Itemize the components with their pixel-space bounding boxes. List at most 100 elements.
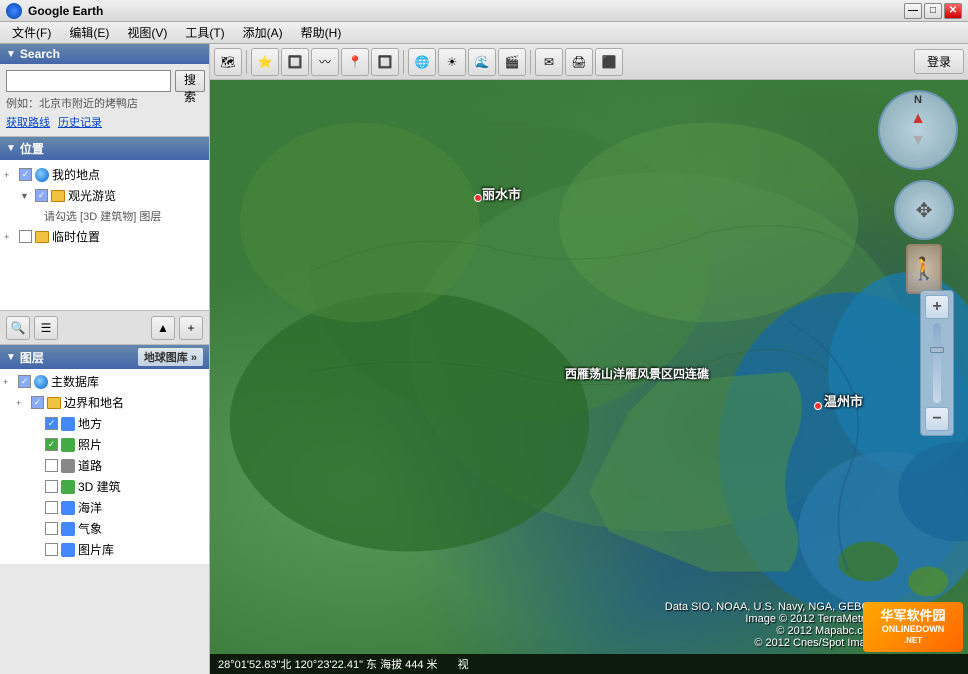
search-small-btn[interactable]: 🔍 [6,316,30,340]
layer-maindb[interactable]: + ✓ 主数据库 [2,371,207,392]
search-section: ▼ Search 搜索 例如：北京市附近的烤鸭店 获取路线 历史记录 [0,44,209,136]
tb-email-btn[interactable]: ✉ [535,48,563,76]
toolbar-map-area: 🗺 ⭐ 🔲 〰 📍 🔲 🌐 ☀ 🌊 🎬 ✉ 🖨 ⬛ 登录 [210,44,968,674]
tb-globe-btn[interactable]: 🌐 [408,48,436,76]
check-3d[interactable] [45,480,58,493]
minimize-button[interactable]: — [904,3,922,19]
gallery-button[interactable]: 地球图库 » [138,348,203,366]
watermark-bot: .NET [904,636,922,646]
history-link[interactable]: 历史记录 [58,114,102,130]
layer-places[interactable]: ✓ 地方 [2,413,207,434]
list-btn[interactable]: ☰ [34,316,58,340]
tb-more-btn[interactable]: ⬛ [595,48,623,76]
tree-item-temp[interactable]: + 临时位置 [4,226,205,247]
map-area[interactable]: 丽水市 西雁荡山洋雁风景区四连礁 温州市 N ✥ 🚶 + [210,80,968,674]
search-button[interactable]: 搜索 [175,70,205,92]
expand-maindb-icon: + [3,377,15,387]
tree-item-tourism[interactable]: ▼ ✓ 观光游览 [4,185,205,206]
global-icon [61,564,75,565]
check-tourism[interactable]: ✓ [35,189,48,202]
search-header[interactable]: ▼ Search [0,44,209,64]
menu-help[interactable]: 帮助(H) [293,22,350,43]
add-btn[interactable]: + [179,316,203,340]
tb-star-btn[interactable]: ⭐ [251,48,279,76]
lishui-dot [474,194,482,202]
check-places[interactable]: ✓ [45,417,58,430]
places-label: 地方 [78,415,102,432]
check-gallery[interactable] [45,543,58,556]
move-up-btn[interactable]: ▲ [151,316,175,340]
menu-tools[interactable]: 工具(T) [177,22,232,43]
myplaces-label: 我的地点 [52,166,100,183]
close-button[interactable]: ✕ [944,3,962,19]
tb-print-btn[interactable]: 🖨 [565,48,593,76]
bottom-controls: 🔍 ☰ ▲ + [0,310,209,344]
menu-file[interactable]: 文件(F) [4,22,59,43]
get-directions-link[interactable]: 获取路线 [6,114,50,130]
zoom-controls: + − [920,290,954,436]
menubar: 文件(F) 编辑(E) 视图(V) 工具(T) 添加(A) 帮助(H) [0,22,968,44]
tb-placemark-btn[interactable]: 📍 [341,48,369,76]
window-controls: — □ ✕ [904,3,962,19]
compass-ring[interactable]: N [878,90,958,170]
tb-polygon-btn[interactable]: 🔲 [281,48,309,76]
layer-roads[interactable]: 道路 [2,455,207,476]
login-button[interactable]: 登录 [914,49,964,74]
tree-item-myplaces[interactable]: + ✓ 我的地点 [4,164,205,185]
tourism-label: 观光游览 [68,187,116,204]
tb-map-btn[interactable]: 🗺 [214,48,242,76]
extra-text: 视 [458,656,469,672]
check-roads[interactable] [45,459,58,472]
layers-header: ▼ 图层 地球图库 » [0,345,209,369]
weather-icon [61,522,75,536]
check-weather[interactable] [45,522,58,535]
check-myplaces[interactable]: ✓ [19,168,32,181]
maximize-button[interactable]: □ [924,3,942,19]
global-label: 全球意识 [78,562,126,564]
layer-photos[interactable]: ✓ 照片 [2,434,207,455]
maindb-label: 主数据库 [51,373,99,390]
zoom-handle[interactable] [930,347,944,353]
tb-record-btn[interactable]: 🎬 [498,48,526,76]
map-background [210,80,968,654]
roads-icon [61,459,75,473]
tb-ocean-btn[interactable]: 🌊 [468,48,496,76]
layer-3d[interactable]: 3D 建筑 [2,476,207,497]
layer-weather[interactable]: 气象 [2,518,207,539]
pan-arrows-icon: ✥ [916,198,933,223]
street-view-person[interactable]: 🚶 [906,244,942,294]
layer-borders[interactable]: + ✓ 边界和地名 [2,392,207,413]
nav-controls: ✥ 🚶 [894,180,954,294]
layer-global[interactable]: 全球意识 [2,560,207,564]
layer-gallery[interactable]: 图片库 [2,539,207,560]
position-header[interactable]: ▼ 位置 [0,137,209,160]
check-temp[interactable] [19,230,32,243]
zoom-in-button[interactable]: + [925,295,949,319]
position-triangle-icon: ▼ [6,143,16,154]
layers-header-label: 图层 [20,349,44,366]
check-photos[interactable]: ✓ [45,438,58,451]
expander-temp-icon: + [4,232,16,242]
expander-tourism-icon: ▼ [20,191,32,201]
search-input[interactable] [6,70,171,92]
tb-path-btn[interactable]: 〰 [311,48,339,76]
search-box: 搜索 例如：北京市附近的烤鸭店 获取路线 历史记录 [0,64,209,136]
layer-ocean[interactable]: 海洋 [2,497,207,518]
zoom-slider[interactable] [933,323,941,403]
check-maindb[interactable]: ✓ [18,375,31,388]
tb-overlay-btn[interactable]: 🔲 [371,48,399,76]
menu-add[interactable]: 添加(A) [235,22,291,43]
check-ocean[interactable] [45,501,58,514]
tb-sun-btn[interactable]: ☀ [438,48,466,76]
pan-control[interactable]: ✥ [894,180,954,240]
zoom-out-button[interactable]: − [925,407,949,431]
compass[interactable]: N [878,90,958,170]
temp-label: 临时位置 [52,228,100,245]
check-borders[interactable]: ✓ [31,396,44,409]
tb-sep2 [403,50,404,74]
menu-view[interactable]: 视图(V) [119,22,175,43]
position-tree: + ✓ 我的地点 ▼ ✓ 观光游览 请勾选 [3D 建筑物] 图层 [0,160,209,310]
menu-edit[interactable]: 编辑(E) [61,22,117,43]
3d-icon [61,480,75,494]
toolbar: 🗺 ⭐ 🔲 〰 📍 🔲 🌐 ☀ 🌊 🎬 ✉ 🖨 ⬛ 登录 [210,44,968,80]
